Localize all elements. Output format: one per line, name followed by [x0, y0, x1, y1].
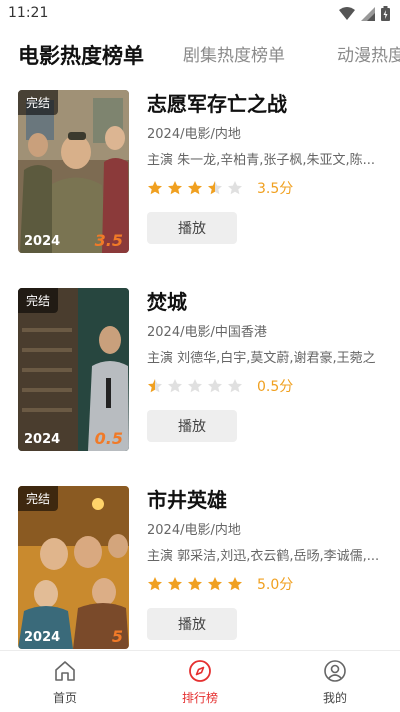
star-icon [208, 577, 222, 591]
movie-meta: 2024/电影/中国香港 [147, 325, 267, 340]
poster-year: 2024 [24, 630, 61, 645]
star-icon [228, 181, 242, 195]
star-icon [188, 379, 202, 393]
movie-info: 志愿军存亡之战 2024/电影/内地 主演 朱一龙,辛柏青,张子枫,朱亚文,陈.… [147, 90, 387, 244]
movie-meta: 2024/电影/内地 [147, 523, 241, 538]
movie-card[interactable]: 完结 2024 5 市井英雄 2024/电影/内地 主演 郭采洁,刘迅,衣云鹤,… [0, 486, 400, 651]
movie-poster[interactable]: 完结 2024 5 [18, 486, 129, 649]
poster-score: 0.5 [94, 429, 123, 448]
star-icon [168, 379, 182, 393]
tab-series[interactable]: 剧集热度榜单 [183, 36, 285, 76]
compass-icon [189, 660, 211, 682]
movie-title[interactable]: 志愿军存亡之战 [147, 90, 387, 118]
movie-title[interactable]: 焚城 [147, 288, 387, 316]
tab-movies[interactable]: 电影热度榜单 [18, 36, 144, 76]
movie-info: 焚城 2024/电影/中国香港 主演 刘德华,白宇,莫文蔚,谢君豪,王菀之 0.… [147, 288, 387, 442]
movie-card[interactable]: 完结 2024 3.5 志愿军存亡之战 2024/电影/内地 主演 朱一龙,辛柏… [0, 90, 400, 255]
wifi-icon [339, 6, 355, 20]
play-button[interactable]: 播放 [147, 410, 237, 442]
tab-anime[interactable]: 动漫热度 [337, 36, 400, 76]
status-time: 11:21 [8, 5, 49, 21]
status-icons [339, 6, 390, 21]
star-rating [147, 180, 243, 196]
play-button[interactable]: 播放 [147, 608, 237, 640]
movie-rating: 5.0分 [147, 574, 387, 594]
nav-ranking[interactable]: 排行榜 [160, 659, 240, 706]
star-icon [228, 379, 242, 393]
score-text: 5.0分 [257, 577, 294, 593]
poster-year: 2024 [24, 432, 61, 447]
score-text: 0.5分 [257, 379, 294, 395]
home-icon [55, 661, 75, 681]
nav-profile-label: 我的 [322, 691, 347, 705]
star-icon [168, 181, 182, 195]
movie-poster[interactable]: 完结 2024 0.5 [18, 288, 129, 451]
movie-cast: 主演 郭采洁,刘迅,衣云鹤,岳旸,李诚儒,... [147, 549, 380, 564]
star-icon [208, 181, 222, 195]
signal-icon [361, 6, 375, 21]
movie-rating: 3.5分 [147, 178, 387, 198]
star-icon [168, 577, 182, 591]
user-icon [324, 660, 346, 682]
star-rating [147, 378, 243, 394]
movie-poster[interactable]: 完结 2024 3.5 [18, 90, 129, 253]
status-badge: 完结 [18, 288, 59, 313]
nav-ranking-label: 排行榜 [181, 691, 218, 705]
bottom-nav: 首页 排行榜 我的 [0, 650, 400, 712]
star-icon [148, 181, 162, 195]
status-badge: 完结 [18, 90, 59, 115]
category-tabs: 电影热度榜单 剧集热度榜单 动漫热度 [0, 36, 400, 80]
star-rating [147, 576, 243, 592]
poster-score: 5 [111, 627, 123, 646]
battery-icon [381, 6, 390, 21]
star-icon [188, 577, 202, 591]
nav-home-label: 首页 [52, 691, 77, 705]
score-text: 3.5分 [257, 181, 294, 197]
movie-title[interactable]: 市井英雄 [147, 486, 387, 514]
play-button[interactable]: 播放 [147, 212, 237, 244]
star-icon [188, 181, 202, 195]
movie-cast: 主演 刘德华,白宇,莫文蔚,谢君豪,王菀之 [147, 351, 376, 366]
star-icon [148, 379, 162, 393]
movie-meta: 2024/电影/内地 [147, 127, 241, 142]
status-bar: 11:21 [0, 0, 400, 28]
movie-rating: 0.5分 [147, 376, 387, 396]
movie-info: 市井英雄 2024/电影/内地 主演 郭采洁,刘迅,衣云鹤,岳旸,李诚儒,...… [147, 486, 387, 640]
nav-profile[interactable]: 我的 [295, 659, 375, 706]
status-badge: 完结 [18, 486, 59, 511]
movie-cast: 主演 朱一龙,辛柏青,张子枫,朱亚文,陈... [147, 153, 376, 168]
poster-score: 3.5 [94, 231, 123, 250]
star-icon [148, 577, 162, 591]
star-icon [228, 577, 242, 591]
nav-home[interactable]: 首页 [25, 659, 105, 706]
star-icon [208, 379, 222, 393]
poster-year: 2024 [24, 234, 61, 249]
movie-card[interactable]: 完结 2024 0.5 焚城 2024/电影/中国香港 主演 刘德华,白宇,莫文… [0, 288, 400, 453]
